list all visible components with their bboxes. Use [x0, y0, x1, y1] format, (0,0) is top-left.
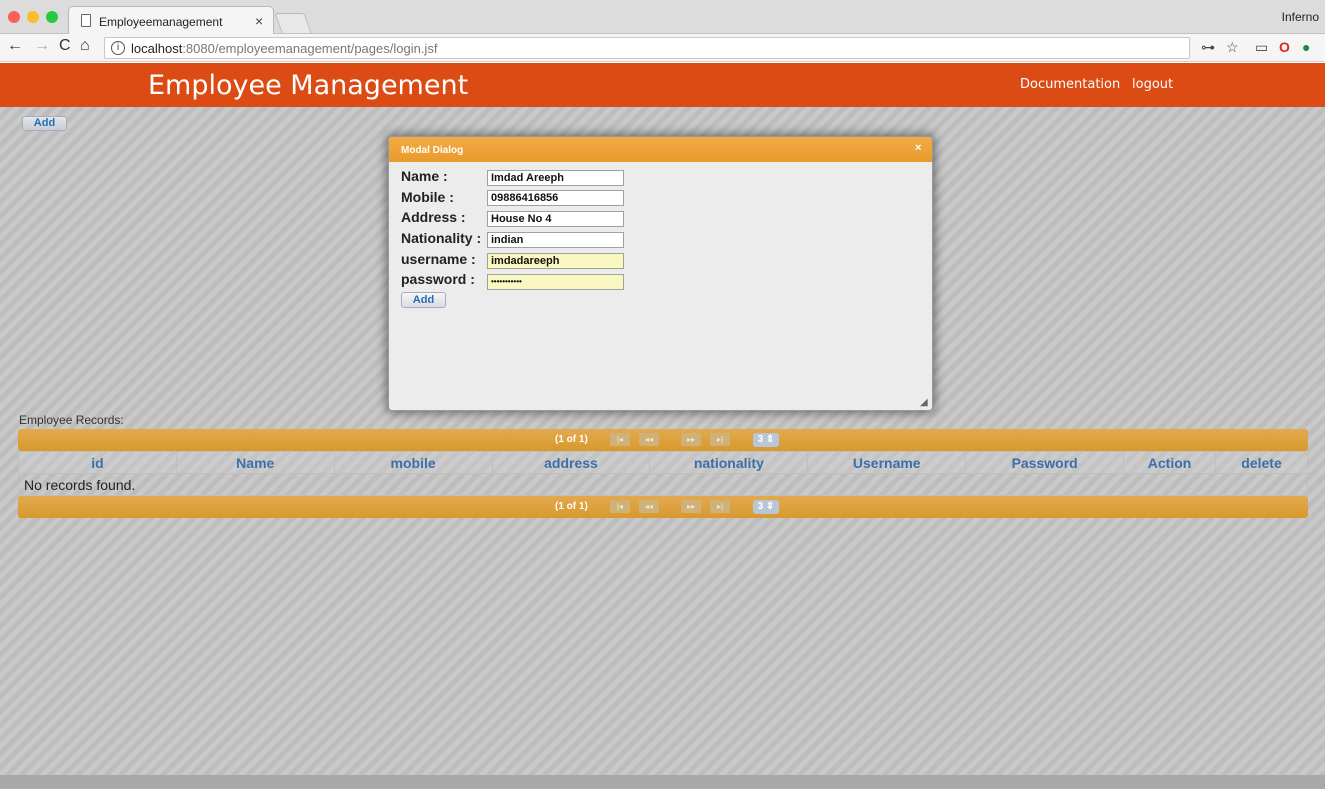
- paginator-bottom: (1 of 1) |◂ ◂◂ ▸▸ ▸| 3 ⇕: [18, 496, 1308, 518]
- url-path: :8080/employeemanagement/pages/login.jsf: [182, 41, 438, 56]
- page-icon: [81, 14, 91, 27]
- employee-records-label: Employee Records:: [19, 413, 124, 427]
- password-key-icon[interactable]: ⊶: [1201, 39, 1215, 56]
- page-count: (1 of 1): [555, 501, 588, 512]
- column-header-nationality[interactable]: nationality: [649, 451, 809, 474]
- address-field[interactable]: House No 4: [487, 211, 624, 227]
- column-header-delete[interactable]: delete: [1215, 451, 1308, 474]
- next-page-button[interactable]: ▸▸: [681, 433, 701, 446]
- extension-icon[interactable]: ●: [1302, 39, 1310, 55]
- forward-icon[interactable]: →: [34, 37, 50, 55]
- address-bar[interactable]: i localhost:8080/employeemanagement/page…: [104, 37, 1190, 59]
- username-field[interactable]: imdadareeph: [487, 253, 624, 269]
- opera-icon[interactable]: O: [1279, 39, 1290, 55]
- add-employee-button[interactable]: Add: [22, 116, 67, 131]
- home-icon[interactable]: ⌂: [80, 37, 90, 55]
- first-page-button[interactable]: |◂: [610, 433, 630, 446]
- nationality-field[interactable]: indian: [487, 232, 624, 248]
- column-header-password[interactable]: Password: [965, 451, 1125, 474]
- name-field[interactable]: Imdad Areeph: [487, 170, 624, 186]
- nationality-label: Nationality :: [401, 230, 482, 246]
- app-title: Employee Management: [148, 70, 469, 101]
- add-button[interactable]: Add: [401, 292, 446, 308]
- paginator-top: (1 of 1) |◂ ◂◂ ▸▸ ▸| 3 ⇕: [18, 429, 1308, 451]
- empty-message: No records found.: [18, 473, 1308, 496]
- tab-title: Employeemanagement: [99, 15, 223, 29]
- url-text: localhost:8080/employeemanagement/pages/…: [131, 41, 437, 56]
- close-window-button[interactable]: [8, 11, 20, 23]
- rows-per-page-select[interactable]: 3 ⇕: [753, 500, 779, 514]
- modal-dialog: Modal Dialog × Name : Imdad Areeph Mobil…: [388, 136, 933, 411]
- modal-titlebar[interactable]: Modal Dialog ×: [389, 137, 932, 162]
- column-header-action[interactable]: Action: [1123, 451, 1217, 474]
- column-header-mobile[interactable]: mobile: [333, 451, 493, 474]
- last-page-button[interactable]: ▸|: [710, 433, 730, 446]
- minimize-window-button[interactable]: [27, 11, 39, 23]
- column-header-username[interactable]: Username: [807, 451, 967, 474]
- column-header-id[interactable]: id: [18, 451, 177, 474]
- prev-page-button[interactable]: ◂◂: [639, 433, 659, 446]
- rows-per-page-select[interactable]: 3 ⇕: [753, 433, 779, 447]
- reload-icon[interactable]: C: [59, 37, 71, 55]
- table-row: No records found.: [18, 473, 1308, 496]
- table-header-row: id Name mobile address nationality Usern…: [18, 451, 1308, 474]
- column-header-name[interactable]: Name: [175, 451, 335, 474]
- url-host: localhost: [131, 41, 183, 56]
- close-icon[interactable]: ×: [915, 142, 921, 154]
- app-header: Employee Management Documentation logout: [0, 63, 1325, 107]
- last-page-button[interactable]: ▸|: [710, 500, 730, 513]
- mobile-label: Mobile :: [401, 189, 454, 205]
- info-icon[interactable]: i: [111, 41, 125, 55]
- page-footer-strip: [0, 775, 1325, 789]
- password-field[interactable]: •••••••••••: [487, 274, 624, 290]
- tab-close-icon[interactable]: ×: [255, 13, 263, 29]
- password-label: password :: [401, 271, 475, 287]
- documentation-link[interactable]: Documentation: [1020, 77, 1120, 92]
- zoom-window-button[interactable]: [46, 11, 58, 23]
- column-header-address[interactable]: address: [491, 451, 651, 474]
- browser-tab[interactable]: Employeemanagement ×: [68, 6, 274, 35]
- mobile-field[interactable]: 09886416856: [487, 190, 624, 206]
- prev-page-button[interactable]: ◂◂: [639, 500, 659, 513]
- browser-toolbar: ← → C ⌂ i localhost:8080/employeemanagem…: [0, 34, 1325, 62]
- page-count: (1 of 1): [555, 434, 588, 445]
- employee-records-table: id Name mobile address nationality Usern…: [18, 451, 1308, 496]
- next-page-button[interactable]: ▸▸: [681, 500, 701, 513]
- browser-tab-bar: Employeemanagement × Inferno: [0, 0, 1325, 35]
- back-icon[interactable]: ←: [7, 37, 23, 55]
- bookmark-star-icon[interactable]: ☆: [1226, 39, 1239, 56]
- modal-title: Modal Dialog: [401, 145, 464, 156]
- new-tab-button[interactable]: [274, 13, 312, 33]
- cast-icon[interactable]: ▭: [1255, 39, 1268, 56]
- first-page-button[interactable]: |◂: [610, 500, 630, 513]
- username-label: username :: [401, 251, 476, 267]
- logout-link[interactable]: logout: [1132, 77, 1173, 92]
- name-label: Name :: [401, 168, 448, 184]
- profile-name[interactable]: Inferno: [1282, 10, 1319, 24]
- address-label: Address :: [401, 209, 466, 225]
- resize-handle-icon[interactable]: ◢: [920, 397, 928, 408]
